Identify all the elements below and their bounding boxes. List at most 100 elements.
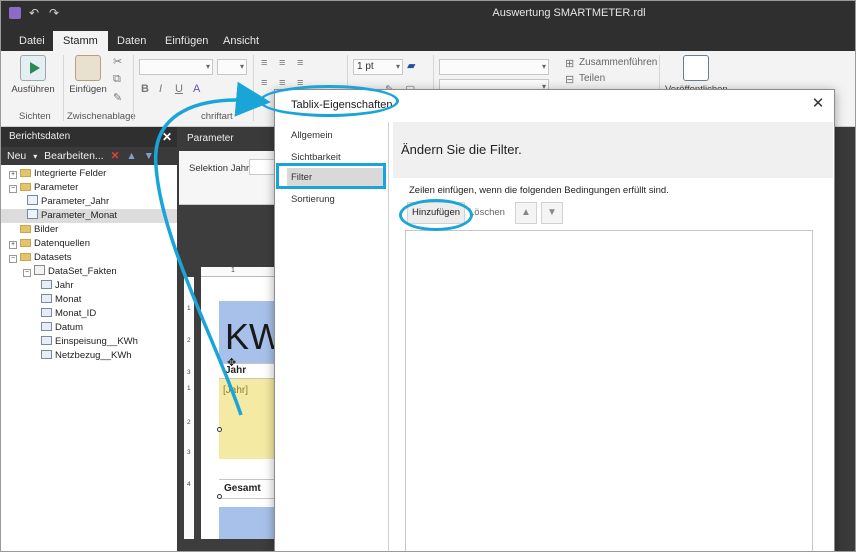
run-icon bbox=[20, 55, 46, 81]
expand-icon[interactable]: + bbox=[9, 241, 17, 249]
tree-item[interactable]: Jahr bbox=[1, 279, 177, 293]
fill-color-icon[interactable]: ▰ bbox=[407, 59, 415, 72]
nav-sortierung[interactable]: Sortierung bbox=[287, 190, 383, 210]
close-icon[interactable]: ✕ bbox=[810, 96, 826, 112]
align-middle-icon[interactable]: ≡ bbox=[279, 77, 285, 89]
delete-icon[interactable]: ✕ bbox=[111, 150, 120, 162]
resize-handle[interactable] bbox=[217, 494, 222, 499]
year-expression[interactable]: [Jahr] bbox=[223, 385, 248, 396]
tree-item[interactable]: − DataSet_Fakten bbox=[1, 265, 177, 279]
tree-item[interactable]: Netzbezug__KWh bbox=[1, 349, 177, 363]
move-down-icon[interactable]: ▼ bbox=[541, 202, 563, 224]
move-handle-icon[interactable]: ✥ bbox=[227, 356, 236, 369]
tree-item-label: Datasets bbox=[34, 252, 72, 263]
italic-icon[interactable]: I bbox=[159, 83, 162, 95]
tree-item-label: Integrierte Felder bbox=[34, 168, 107, 179]
align-center-icon[interactable]: ≡ bbox=[279, 57, 285, 69]
parameter-pane: Selektion Jahr bbox=[179, 151, 279, 205]
collapse-icon[interactable]: − bbox=[9, 185, 17, 193]
move-down-icon[interactable]: ▼ bbox=[144, 150, 154, 162]
border-width-dropdown[interactable]: 1 pt ▾ bbox=[353, 59, 403, 75]
placeholder-dropdown[interactable]: ▾ bbox=[439, 59, 549, 75]
ruler-mark: 4 bbox=[187, 481, 191, 488]
paste-button[interactable]: Einfügen bbox=[69, 55, 107, 95]
tree-item[interactable]: Bilder bbox=[1, 223, 177, 237]
tree-item-label: Monat_ID bbox=[55, 308, 97, 319]
resize-handle[interactable] bbox=[217, 427, 222, 432]
copy-icon[interactable]: ⧉ bbox=[113, 73, 121, 86]
format-painter-icon[interactable]: ✎ bbox=[113, 91, 122, 104]
tree-item-label: DataSet_Fakten bbox=[48, 266, 117, 277]
split-cells-label[interactable]: Teilen bbox=[579, 73, 605, 84]
merge-cells-label[interactable]: Zusammenführen bbox=[579, 57, 657, 68]
tab-ansicht[interactable]: Ansicht bbox=[213, 31, 269, 51]
tree-item[interactable]: + Integrierte Felder bbox=[1, 167, 177, 181]
tablix-total-row[interactable]: Gesamt bbox=[219, 479, 279, 499]
tablix-properties-dialog: Tablix-Eigenschaften ✕ Allgemein Sichtba… bbox=[274, 89, 835, 551]
merge-cells-icon[interactable]: ⊞ bbox=[565, 57, 574, 70]
cut-icon[interactable]: ✂ bbox=[113, 55, 122, 68]
font-color-icon[interactable]: A bbox=[193, 83, 200, 95]
tree-item[interactable]: Parameter_Jahr bbox=[1, 195, 177, 209]
tab-daten[interactable]: Daten bbox=[107, 31, 156, 51]
window-title: Auswertung SMARTMETER.rdl bbox=[492, 7, 646, 19]
tree-item[interactable]: Datum bbox=[1, 321, 177, 335]
font-size-dropdown[interactable]: ▾ bbox=[217, 59, 247, 75]
tree-item-label: Netzbezug__KWh bbox=[55, 350, 132, 361]
expand-icon[interactable]: + bbox=[9, 171, 17, 179]
chevron-down-icon[interactable]: ▾ bbox=[33, 152, 37, 161]
tab-einfuegen[interactable]: Einfügen bbox=[155, 31, 218, 51]
tree-item[interactable]: + Datenquellen bbox=[1, 237, 177, 251]
run-button[interactable]: Ausführen bbox=[11, 55, 55, 95]
move-up-icon[interactable]: ▲ bbox=[515, 202, 537, 224]
new-menu-button[interactable]: Neu bbox=[7, 150, 26, 162]
field-icon bbox=[41, 308, 52, 317]
collapse-icon[interactable]: − bbox=[23, 269, 31, 277]
bold-icon[interactable]: B bbox=[141, 83, 149, 95]
filter-description: Zeilen einfügen, wenn die folgenden Bedi… bbox=[409, 185, 669, 196]
tree-item[interactable]: Parameter_Monat bbox=[1, 209, 177, 223]
tree-item[interactable]: Einspeisung__KWh bbox=[1, 335, 177, 349]
highlight-rect-filter bbox=[276, 163, 386, 189]
ruler-mark: 1 bbox=[231, 267, 235, 274]
tree-item-label: Parameter_Jahr bbox=[41, 196, 110, 207]
filter-list[interactable] bbox=[405, 230, 813, 551]
tree-item[interactable]: − Datasets bbox=[1, 251, 177, 265]
tree-item[interactable]: Monat_ID bbox=[1, 307, 177, 321]
nav-allgemein[interactable]: Allgemein bbox=[287, 126, 383, 146]
highlight-ellipse-add bbox=[399, 199, 473, 231]
tab-stamm[interactable]: Stamm bbox=[53, 31, 108, 51]
tree-item-label: Parameter bbox=[34, 182, 79, 193]
font-family-dropdown[interactable]: ▾ bbox=[139, 59, 213, 75]
align-right-icon[interactable]: ≡ bbox=[297, 57, 303, 69]
align-left-icon[interactable]: ≡ bbox=[261, 57, 267, 69]
selection-year-label[interactable]: Selektion Jahr bbox=[189, 163, 249, 174]
collapse-icon[interactable]: − bbox=[9, 255, 17, 263]
dialog-heading: Ändern Sie die Filter. bbox=[393, 122, 833, 178]
report-data-toolbar: Neu ▾ Bearbeiten... ✕ ▲ ▼ bbox=[1, 147, 177, 165]
font-group-label: chriftart bbox=[201, 111, 233, 122]
move-up-icon[interactable]: ▲ bbox=[126, 150, 136, 162]
report-footer-band[interactable] bbox=[219, 507, 279, 539]
tree-item[interactable]: Monat bbox=[1, 293, 177, 307]
edit-button[interactable]: Bearbeiten... bbox=[44, 150, 104, 162]
tree-item[interactable]: − Parameter bbox=[1, 181, 177, 195]
underline-icon[interactable]: U bbox=[175, 83, 183, 95]
close-icon[interactable]: ✕ bbox=[162, 127, 172, 147]
folder-icon bbox=[20, 183, 31, 191]
ruler-mark: 2 bbox=[187, 337, 191, 344]
views-group-label: Sichten bbox=[19, 111, 51, 122]
tree-item-label: Monat bbox=[55, 294, 82, 305]
split-cells-icon[interactable]: ⊟ bbox=[565, 73, 574, 86]
ruler-mark: 3 bbox=[187, 449, 191, 456]
field-icon bbox=[41, 336, 52, 345]
delete-filter-button[interactable]: Löschen bbox=[469, 202, 509, 224]
tree-item-label: Bilder bbox=[34, 224, 59, 235]
field-icon bbox=[41, 350, 52, 359]
tab-datei[interactable]: Datei bbox=[9, 31, 55, 51]
folder-icon bbox=[20, 225, 31, 233]
tree-item-label: Jahr bbox=[55, 280, 74, 291]
ruler-horizontal: 1 bbox=[201, 267, 279, 277]
ruler-mark: 3 bbox=[187, 369, 191, 376]
align-top-icon[interactable]: ≡ bbox=[261, 77, 267, 89]
